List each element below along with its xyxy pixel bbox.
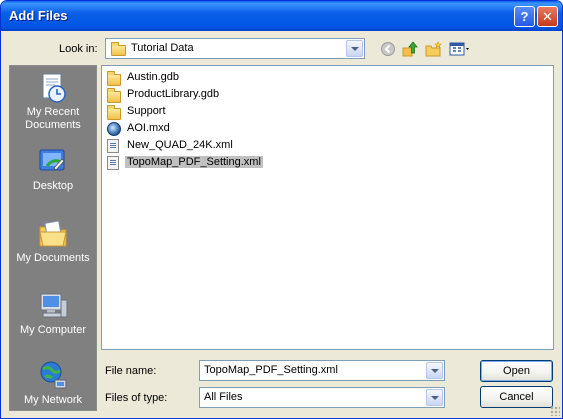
up-folder-icon[interactable] [401,41,419,57]
file-name: ProductLibrary.gdb [127,88,220,100]
network-icon [40,361,67,389]
cancel-button[interactable]: Cancel [480,386,553,408]
file-name-input[interactable]: TopoMap_PDF_Setting.xml [199,360,445,381]
map-document-icon [107,122,121,136]
xml-file-icon [107,156,119,170]
look-in-value: Tutorial Data [131,42,194,54]
place-label: My Documents [16,252,90,264]
chevron-down-icon[interactable] [346,40,363,57]
folder-icon [107,71,121,86]
file-name: TopoMap_PDF_Setting.xml [125,156,263,168]
file-name: New_QUAD_24K.xml [127,139,233,151]
file-name: Austin.gdb [127,71,179,83]
my-computer-icon [40,293,68,318]
file-name-value: TopoMap_PDF_Setting.xml [204,364,338,376]
file-type-select[interactable]: All Files [199,387,445,408]
chevron-down-icon[interactable] [426,362,443,379]
place-desktop[interactable]: Desktop [10,142,96,212]
help-icon: ? [520,9,529,24]
file-name-label: File name: [105,365,157,377]
file-name-dropdown[interactable] [426,360,445,381]
recent-documents-icon [42,73,66,103]
resize-grip[interactable] [550,406,560,416]
chevron-down-icon[interactable] [426,389,443,406]
add-files-dialog: Add Files ? ✕ Look in: Tutorial Data My … [0,0,563,419]
file-name: AOI.mxd [127,122,170,134]
folder-icon [107,105,121,120]
place-my-computer[interactable]: My Computer [10,286,96,356]
places-bar: My Recent Documents Desktop My Documents [9,65,97,411]
open-button[interactable]: Open [480,360,553,382]
place-label: My Recent Documents [25,106,81,131]
view-menu-icon[interactable] [449,41,473,57]
place-label: My Network [23,394,83,406]
look-in-combobox[interactable]: Tutorial Data [105,38,365,59]
new-folder-icon[interactable] [425,41,443,57]
back-icon[interactable] [379,41,397,57]
look-in-label: Look in: [59,43,98,55]
folder-icon [107,88,121,103]
cancel-button-label: Cancel [499,391,534,403]
file-name: Support [127,105,166,117]
place-my-network[interactable]: My Network [10,356,96,418]
open-button-label: Open [503,365,530,377]
place-label: My Computer [19,324,87,336]
dialog-title: Add Files [9,8,68,23]
file-list[interactable]: Austin.gdb ProductLibrary.gdb Support AO… [101,65,554,350]
place-label: Desktop [32,180,74,192]
close-button[interactable]: ✕ [537,6,558,27]
place-recent-documents[interactable]: My Recent Documents [10,68,96,138]
xml-file-icon [107,139,119,153]
file-type-value: All Files [204,391,243,403]
title-bar[interactable]: Add Files ? ✕ [1,1,562,31]
place-my-documents[interactable]: My Documents [10,214,96,284]
close-icon: ✕ [542,9,553,24]
folder-icon [111,42,126,56]
file-type-label: Files of type: [105,392,168,404]
my-documents-icon [39,220,67,247]
desktop-icon [39,149,65,171]
help-button[interactable]: ? [514,6,535,27]
